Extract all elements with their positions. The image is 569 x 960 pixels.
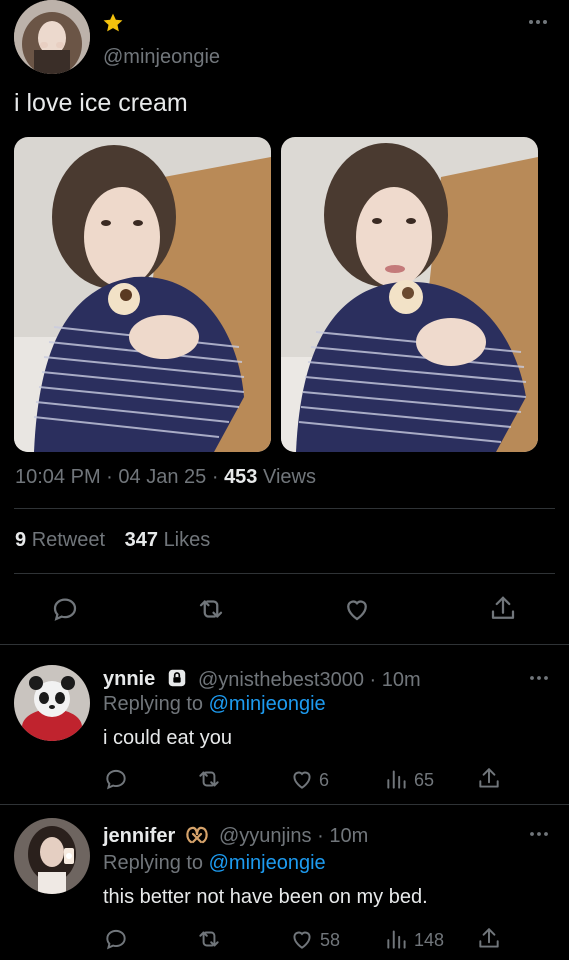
more-options-icon[interactable] xyxy=(528,826,550,842)
separator: · xyxy=(211,466,219,488)
replying-to-handle[interactable]: @minjeongie xyxy=(209,693,326,715)
replying-prefix: Replying to xyxy=(103,693,204,715)
more-options-icon[interactable] xyxy=(526,12,550,32)
author-avatar[interactable] xyxy=(14,0,90,74)
reply-author-handle[interactable]: @ynisthebest3000 xyxy=(198,669,364,691)
like-count: 6 xyxy=(319,770,330,790)
divider xyxy=(0,644,569,645)
lock-icon xyxy=(166,667,188,689)
more-options-icon[interactable] xyxy=(528,670,550,686)
views-icon[interactable] xyxy=(384,766,410,792)
star-icon xyxy=(102,12,124,34)
divider xyxy=(14,573,555,574)
separator: · xyxy=(106,466,113,488)
separator: · xyxy=(369,669,377,691)
reply-time: 10m xyxy=(381,669,421,691)
reply-text: i could eat you xyxy=(103,727,232,749)
views-label: Views xyxy=(263,466,316,488)
divider xyxy=(14,508,555,509)
tweet-photo-2[interactable] xyxy=(281,137,538,452)
views-count: 453 xyxy=(224,466,258,488)
share-icon[interactable] xyxy=(488,594,518,624)
views-count: 148 xyxy=(414,930,445,950)
tweet-meta: 10:04 PM · 04 Jan 25 · 453 Views xyxy=(15,466,316,489)
author-handle[interactable]: @minjeongie xyxy=(103,46,220,69)
retweet-icon[interactable] xyxy=(196,594,226,624)
tweet-text: i love ice cream xyxy=(14,89,188,117)
like-count: 58 xyxy=(320,930,341,950)
reply-author-name[interactable]: ynnie xyxy=(103,668,155,691)
likes-label[interactable]: Likes xyxy=(164,529,211,551)
reply-icon[interactable] xyxy=(50,594,80,624)
divider xyxy=(0,804,569,805)
views-count: 65 xyxy=(414,770,435,790)
pretzel-icon xyxy=(185,824,209,846)
replying-to-handle[interactable]: @minjeongie xyxy=(209,852,326,874)
separator: · xyxy=(317,825,324,847)
retweet-icon[interactable] xyxy=(196,766,222,792)
reply-icon[interactable] xyxy=(103,926,129,952)
replying-to: Replying to @minjeongie xyxy=(103,693,326,716)
tweet-time: 10:04 PM xyxy=(15,466,101,488)
retweet-icon[interactable] xyxy=(196,926,222,952)
reply-avatar[interactable] xyxy=(14,665,90,741)
reply-avatar[interactable] xyxy=(14,818,90,894)
like-icon[interactable] xyxy=(342,594,372,624)
reply-author-name[interactable]: jennifer xyxy=(103,825,175,848)
retweets-count[interactable]: 9 xyxy=(15,529,26,551)
likes-count[interactable]: 347 xyxy=(125,529,158,551)
share-icon[interactable] xyxy=(476,926,502,952)
share-icon[interactable] xyxy=(476,766,502,792)
reply-icon[interactable] xyxy=(103,766,129,792)
tweet-photo-1[interactable] xyxy=(14,137,271,452)
reply-handle-line: @yyunjins · 10m xyxy=(219,825,368,848)
reply-author-handle[interactable]: @yyunjins xyxy=(219,825,312,847)
like-icon[interactable] xyxy=(289,766,315,792)
reply-handle-line: @ynisthebest3000 · 10m xyxy=(198,669,421,692)
reply-time: 10m xyxy=(329,825,369,847)
tweet-stats: 9 Retweet 347 Likes xyxy=(15,529,224,552)
tweet-date: 04 Jan 25 xyxy=(118,466,207,488)
views-icon[interactable] xyxy=(384,926,410,952)
like-icon[interactable] xyxy=(289,926,315,952)
retweets-label[interactable]: Retweet xyxy=(32,529,105,551)
replying-prefix: Replying to xyxy=(103,852,204,874)
reply-text: this better not have been on my bed. xyxy=(103,886,428,908)
replying-to: Replying to @minjeongie xyxy=(103,852,326,875)
